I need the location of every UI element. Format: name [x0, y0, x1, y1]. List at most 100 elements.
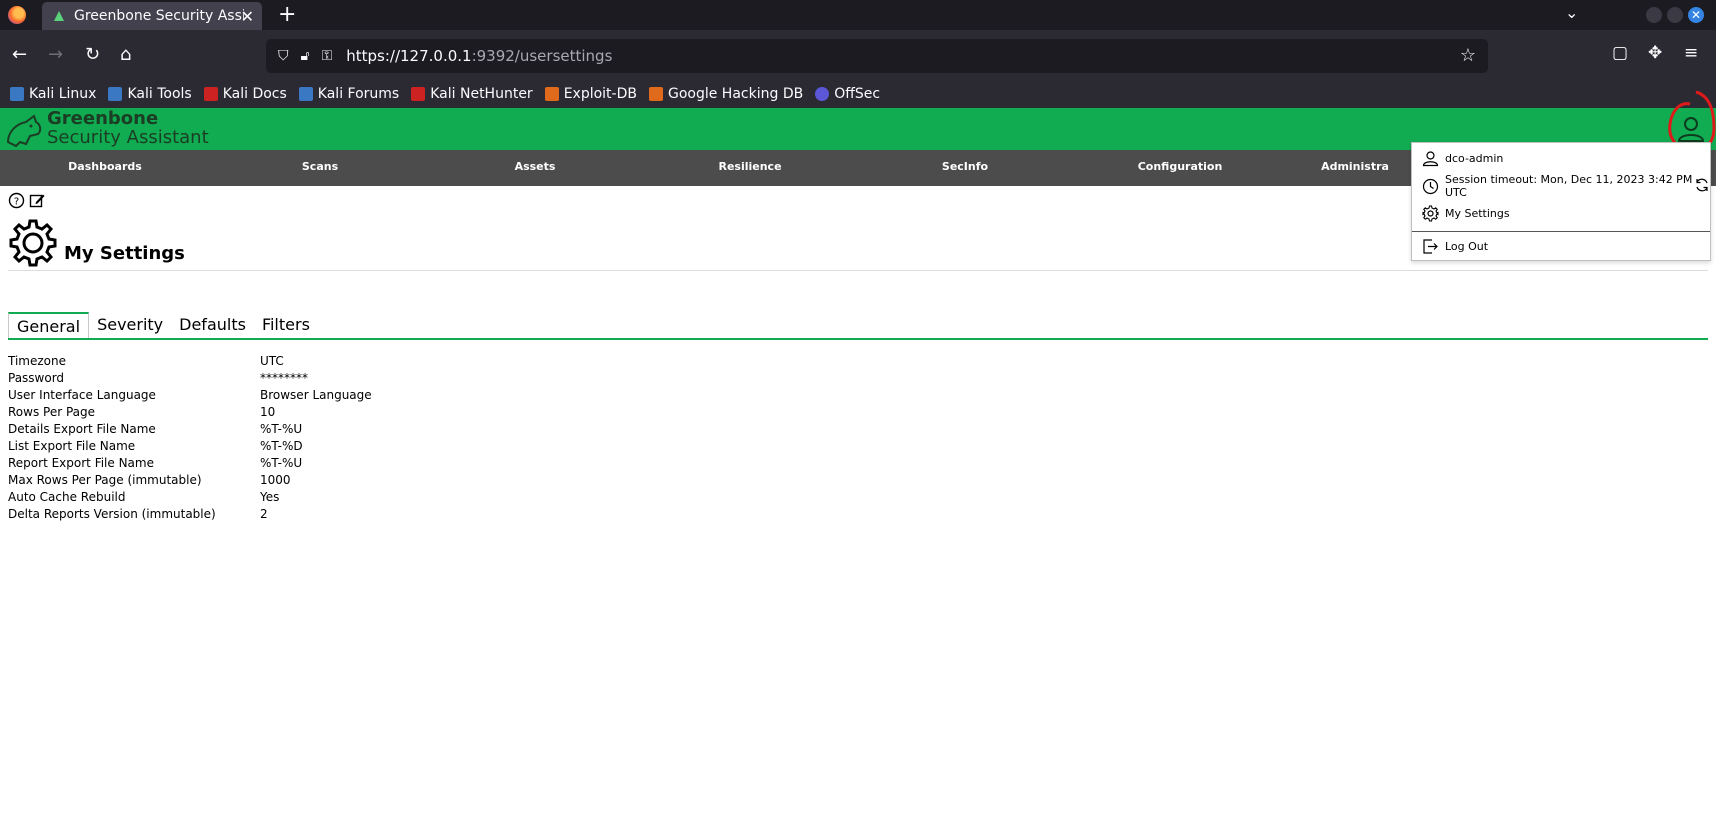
- pocket-icon[interactable]: ▢: [1612, 43, 1628, 63]
- setting-label: Report Export File Name: [8, 456, 154, 470]
- settings-row: Details Export File Name %T-%U: [8, 422, 372, 439]
- setting-value: 10: [260, 405, 276, 419]
- tab-severity[interactable]: Severity: [89, 312, 171, 340]
- page-title: My Settings: [64, 243, 185, 264]
- lock-icon[interactable]: 🔓︎: [301, 48, 310, 64]
- bookmark-label: Kali Tools: [127, 86, 192, 102]
- browser-nav-bar: ← → ↻ ⌂ ⛉ 🔓︎ ⚿ https://127.0.0.1:9392/us…: [0, 30, 1716, 84]
- setting-label: Password: [8, 371, 65, 385]
- setting-label: Auto Cache Rebuild: [8, 490, 126, 504]
- hamburger-menu-icon[interactable]: ≡: [1684, 43, 1698, 63]
- setting-value: 1000: [260, 473, 291, 487]
- settings-row: Max Rows Per Page (immutable) 1000: [8, 473, 372, 490]
- settings-row: Rows Per Page 10: [8, 405, 372, 422]
- bookmark-kali-nethunter[interactable]: Kali NetHunter: [411, 86, 533, 102]
- greenbone-favicon-icon: [54, 11, 64, 21]
- bookmark-label: Google Hacking DB: [667, 86, 804, 102]
- brand-line-2: Security Assistant: [47, 127, 209, 148]
- page-header: My Settings: [8, 218, 185, 268]
- tab-filters[interactable]: Filters: [254, 312, 318, 340]
- settings-row: Delta Reports Version (immutable) 2: [8, 507, 372, 524]
- tab-general[interactable]: General: [8, 312, 90, 340]
- refresh-session-icon[interactable]: [1694, 177, 1710, 193]
- bookmark-exploit-db[interactable]: Exploit-DB: [544, 86, 637, 102]
- new-tab-icon[interactable]: +: [278, 2, 296, 27]
- maximize-window-icon[interactable]: [1667, 7, 1683, 23]
- kali-tools-icon: [108, 87, 123, 101]
- tab-defaults[interactable]: Defaults: [171, 312, 254, 340]
- setting-label: Details Export File Name: [8, 422, 156, 436]
- settings-row: Password ********: [8, 371, 372, 388]
- settings-row: List Export File Name %T-%D: [8, 439, 372, 456]
- offsec-icon: [815, 87, 830, 101]
- url-path: :9392/usersettings: [471, 47, 613, 65]
- url-bar[interactable]: ⛉ 🔓︎ ⚿ https://127.0.0.1:9392/usersettin…: [266, 39, 1488, 73]
- firefox-logo-icon[interactable]: [8, 6, 26, 24]
- setting-value: Yes: [260, 490, 280, 504]
- menu-scans[interactable]: Scans: [220, 160, 420, 173]
- menu-assets[interactable]: Assets: [435, 160, 635, 173]
- user-dropdown-menu: dco-admin Session timeout: Mon, Dec 11, …: [1411, 142, 1711, 261]
- chevron-down-icon[interactable]: ⌄: [1565, 3, 1578, 22]
- general-settings-table: Timezone UTC Password ******** User Interf…: [8, 354, 372, 524]
- setting-value: ********: [260, 371, 308, 385]
- setting-value: %T-%U: [260, 422, 303, 436]
- forward-icon[interactable]: →: [48, 44, 63, 65]
- session-timeout-text: Session timeout: Mon, Dec 11, 2023 3:42 …: [1445, 173, 1693, 186]
- shield-icon[interactable]: ⛉: [278, 48, 289, 64]
- key-icon[interactable]: ⚿: [322, 48, 333, 64]
- logout-link[interactable]: Log Out: [1445, 240, 1488, 253]
- close-window-icon[interactable]: ✕: [1688, 7, 1704, 23]
- bookmark-offsec[interactable]: OffSec: [815, 86, 880, 102]
- brand-line-1: Greenbone: [47, 108, 159, 129]
- extensions-icon[interactable]: ✥: [1648, 43, 1662, 63]
- browser-tab-active[interactable]: Greenbone Security Assis ✕: [42, 2, 262, 30]
- exploit-db-icon: [544, 87, 559, 101]
- bookmark-label: Kali Forums: [317, 86, 400, 102]
- reload-icon[interactable]: ↻: [85, 44, 100, 65]
- edit-icon[interactable]: [29, 192, 46, 209]
- title-divider: [8, 270, 1708, 271]
- bookmark-kali-tools[interactable]: Kali Tools: [108, 86, 192, 102]
- nethunter-icon: [411, 87, 426, 101]
- bookmark-star-icon[interactable]: ☆: [1460, 45, 1476, 66]
- bookmark-google-hacking-db[interactable]: Google Hacking DB: [648, 86, 804, 102]
- minimize-window-icon[interactable]: [1646, 7, 1662, 23]
- settings-tabs: General Severity Defaults Filters: [8, 312, 318, 340]
- setting-label: Delta Reports Version (immutable): [8, 507, 216, 521]
- menu-secinfo[interactable]: SecInfo: [865, 160, 1065, 173]
- close-tab-icon[interactable]: ✕: [241, 7, 254, 26]
- user-menu-logout[interactable]: Log Out: [1422, 238, 1488, 255]
- help-icon[interactable]: ?: [8, 192, 25, 209]
- setting-label: Timezone: [8, 354, 66, 368]
- settings-row: Timezone UTC: [8, 354, 372, 371]
- bookmark-label: Kali Linux: [29, 86, 97, 102]
- my-settings-link[interactable]: My Settings: [1445, 207, 1510, 220]
- url-text[interactable]: https://127.0.0.1:9392/usersettings: [346, 47, 612, 65]
- menu-configuration[interactable]: Configuration: [1080, 160, 1280, 173]
- home-icon[interactable]: ⌂: [120, 44, 131, 65]
- user-menu-my-settings[interactable]: My Settings: [1422, 205, 1510, 222]
- ghdb-icon: [648, 87, 663, 101]
- greenbone-dino-logo-icon[interactable]: [4, 112, 44, 148]
- kali-docs-icon: [203, 87, 218, 101]
- bookmark-kali-linux[interactable]: Kali Linux: [10, 86, 96, 102]
- bookmark-label: Kali Docs: [222, 86, 287, 102]
- bookmark-kali-docs[interactable]: Kali Docs: [203, 86, 287, 102]
- browser-tab-strip: Greenbone Security Assis ✕ + ⌄ ✕: [0, 0, 1716, 30]
- gsa-brand[interactable]: Greenbone Security Assistant: [47, 109, 209, 147]
- menu-administration[interactable]: Administra: [1295, 160, 1415, 173]
- setting-label: User Interface Language: [8, 388, 156, 402]
- back-icon[interactable]: ←: [12, 44, 27, 65]
- menu-resilience[interactable]: Resilience: [650, 160, 850, 173]
- svg-text:?: ?: [14, 197, 19, 208]
- menu-dashboards[interactable]: Dashboards: [5, 160, 205, 173]
- bookmark-label: Kali NetHunter: [430, 86, 533, 102]
- bookmark-label: OffSec: [834, 86, 881, 102]
- browser-tab-title: Greenbone Security Assis: [74, 8, 244, 24]
- settings-row: Auto Cache Rebuild Yes: [8, 490, 372, 507]
- user-menu-username: dco-admin: [1422, 150, 1503, 167]
- setting-label: Max Rows Per Page (immutable): [8, 473, 202, 487]
- bookmark-kali-forums[interactable]: Kali Forums: [298, 86, 400, 102]
- url-host: https://127.0.0.1: [346, 47, 472, 65]
